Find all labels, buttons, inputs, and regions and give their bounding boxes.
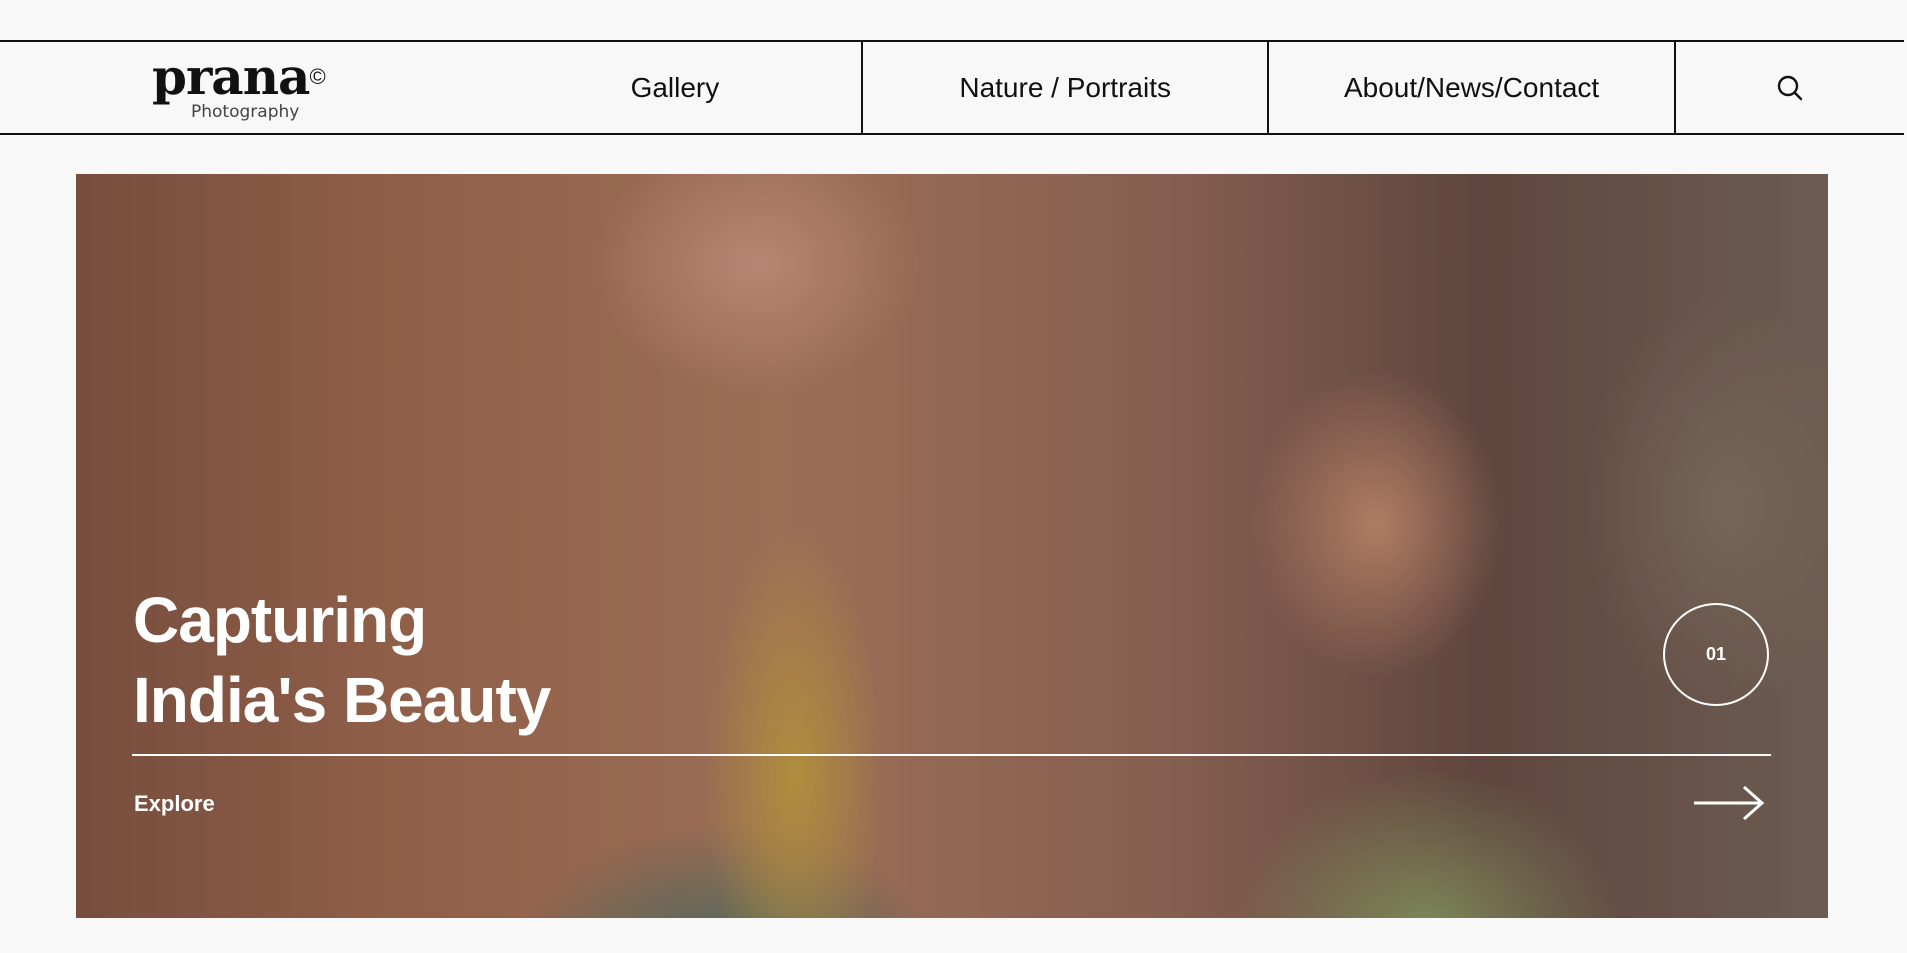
hero-title-line-2: India's Beauty — [133, 664, 551, 736]
nav-about-news-contact[interactable]: About/News/Contact — [1267, 42, 1673, 133]
logo-wordmark: prana© — [152, 46, 326, 106]
slide-number-badge: 01 — [1663, 603, 1769, 706]
search-icon — [1777, 75, 1803, 100]
logo[interactable]: prana© Photography — [0, 42, 489, 133]
explore-link[interactable]: Explore — [134, 791, 215, 817]
hero-title-line-1: Capturing — [133, 584, 427, 656]
logo-subtitle: Photography — [191, 101, 300, 122]
site-header: prana© Photography Gallery Nature / Port… — [0, 40, 1904, 135]
hero-banner: Capturing India's Beauty 01 Explore — [76, 174, 1828, 918]
copyright-mark: © — [309, 63, 325, 89]
search-button[interactable] — [1673, 42, 1904, 133]
hero-title: Capturing India's Beauty — [133, 580, 551, 740]
arrow-right-icon[interactable] — [1694, 783, 1766, 823]
nav-nature-portraits[interactable]: Nature / Portraits — [860, 42, 1267, 133]
nav-gallery[interactable]: Gallery — [489, 42, 861, 133]
hero-divider — [132, 754, 1771, 756]
